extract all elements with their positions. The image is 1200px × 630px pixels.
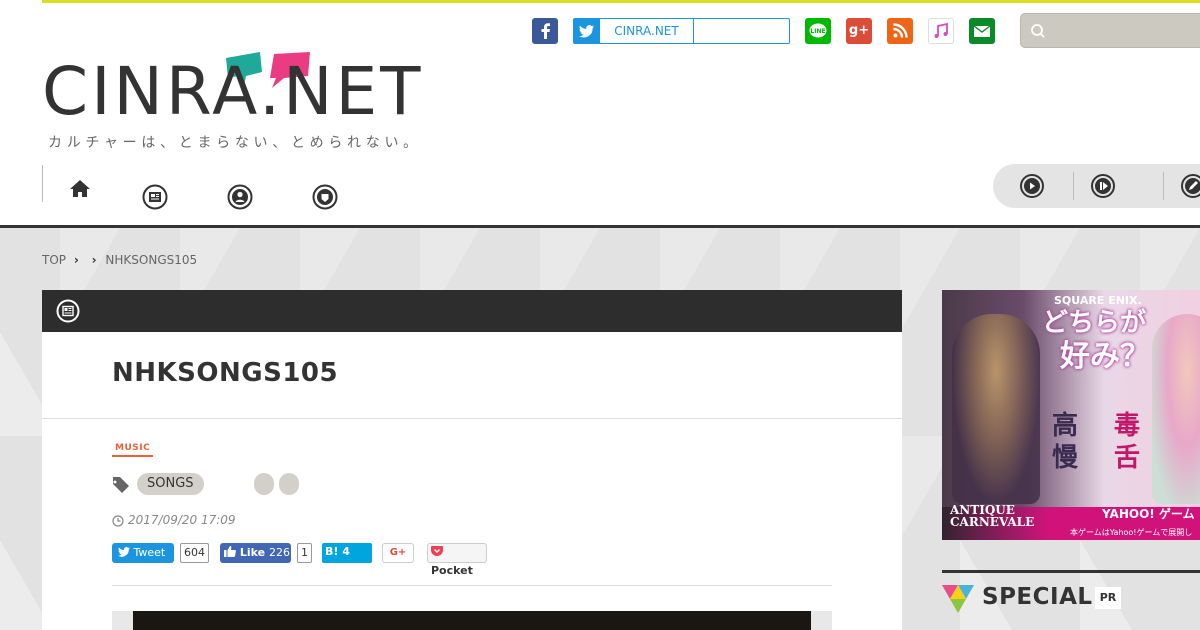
pocket-label: Pocket (431, 564, 473, 577)
video-icon[interactable] (1019, 173, 1045, 199)
hatena-count: 4 (342, 545, 350, 558)
tweet-label: Tweet (133, 546, 166, 559)
people-icon[interactable] (227, 184, 253, 210)
breadcrumb-top-link[interactable]: TOP (42, 253, 66, 267)
pocket-icon (431, 546, 443, 556)
logo-tagline: カルチャーは、とまらない、とめられない。 (48, 135, 422, 151)
tweet-count: 604 (180, 543, 209, 563)
chevron-right-icon: › (91, 252, 97, 267)
ad-right-word: 毒舌 (1113, 411, 1140, 473)
google-plus-icon[interactable]: g+ (846, 18, 872, 44)
pocket-button[interactable]: Pocket (427, 543, 487, 577)
tag-songs[interactable]: SONGS (137, 473, 204, 495)
search-icon (1031, 24, 1045, 38)
play-icon[interactable] (1090, 173, 1116, 199)
special-heading: SPECIAL (982, 584, 1093, 610)
divider (42, 418, 902, 419)
tag-icon (113, 477, 129, 493)
twitter-follow-button[interactable]: CINRA.NET (573, 18, 790, 44)
ad-brand: SQUARE ENIX. (1054, 294, 1142, 307)
divider (112, 585, 832, 586)
feature-nav-divider (1073, 172, 1074, 200)
ad-headline-1: どちらが (1042, 308, 1147, 338)
accent-line (42, 0, 1200, 3)
twitter-icon (118, 547, 130, 557)
google-plus-button[interactable]: G+ (382, 543, 414, 563)
like-count-secondary: 1 (297, 543, 312, 563)
search-input[interactable] (1051, 20, 1200, 42)
site-header: CINRA.NET カルチャーは、とまらない、とめられない。 CINRA.NET… (0, 0, 1200, 228)
publish-date-text: 2017/09/20 17:09 (128, 513, 236, 527)
rss-icon[interactable] (887, 18, 913, 44)
thumbs-up-icon (224, 546, 236, 557)
chevron-right-icon: › (73, 252, 79, 267)
twitter-icon (574, 19, 600, 43)
mail-icon[interactable] (969, 18, 995, 44)
like-count: 226 (268, 546, 290, 559)
category-bar (42, 290, 902, 332)
itunes-icon[interactable] (928, 18, 954, 44)
article-card: NHKSONGS105 MUSIC SONGS 2017/09/20 17:09… (42, 332, 902, 630)
feature-nav (993, 164, 1200, 208)
tag-empty[interactable] (279, 473, 299, 495)
news-icon (56, 299, 80, 323)
event-icon[interactable] (312, 184, 338, 210)
publish-date: 2017/09/20 17:09 (112, 513, 236, 527)
hatena-bookmark-button[interactable]: B! 4 (322, 543, 372, 563)
tag-empty[interactable] (254, 473, 274, 495)
breadcrumb-current: NHKSONGS105 (105, 252, 198, 267)
search-box[interactable] (1020, 13, 1200, 48)
pr-badge: PR (1095, 587, 1121, 609)
genre-badge[interactable]: MUSIC (112, 443, 154, 457)
ad-left-word: 高慢 (1051, 411, 1078, 473)
ad-character-right (1152, 314, 1200, 504)
special-divider (942, 570, 1200, 573)
clock-icon (112, 514, 124, 527)
google-plus-label: g+ (848, 23, 870, 38)
article-image-frame (112, 611, 832, 630)
google-plus-share-label: G+ (389, 547, 407, 558)
ad-character-left (952, 314, 1040, 504)
hatena-label: B! (325, 545, 339, 558)
advertisement-banner[interactable]: SQUARE ENIX. どちらが 好み？ 高慢 毒舌 ANTIQUE CARN… (942, 290, 1200, 540)
home-icon[interactable] (67, 176, 93, 202)
nav-divider (42, 165, 43, 202)
site-logo[interactable]: CINRA.NET カルチャーは、とまらない、とめられない。 (42, 48, 452, 153)
facebook-icon[interactable] (532, 18, 558, 44)
twitter-follow-label: CINRA.NET (600, 19, 694, 43)
breadcrumb: TOP › › NHKSONGS105 (42, 252, 197, 267)
line-icon[interactable]: LINE (805, 18, 831, 44)
tweet-button[interactable]: Tweet (112, 543, 174, 563)
news-icon[interactable] (142, 184, 168, 210)
article-image (133, 611, 811, 630)
edit-icon[interactable] (1180, 173, 1200, 199)
ad-platform-logo: YAHOO! ゲーム (1102, 507, 1195, 521)
ad-footer-text: 本ゲームはYahoo!ゲームで展開し (1070, 528, 1193, 537)
special-triangle-icon (942, 585, 974, 613)
article-title: NHKSONGS105 (112, 358, 339, 388)
facebook-like-button[interactable]: Like 226 (220, 543, 291, 563)
like-label: Like (239, 546, 266, 559)
ad-game-logo: ANTIQUE CARNEVALE (950, 503, 1035, 529)
ad-headline-2: 好み？ (1060, 339, 1150, 374)
feature-nav-divider (1163, 172, 1164, 200)
svg-text:LINE: LINE (810, 28, 825, 35)
logo-text: CINRA.NET (42, 53, 424, 130)
